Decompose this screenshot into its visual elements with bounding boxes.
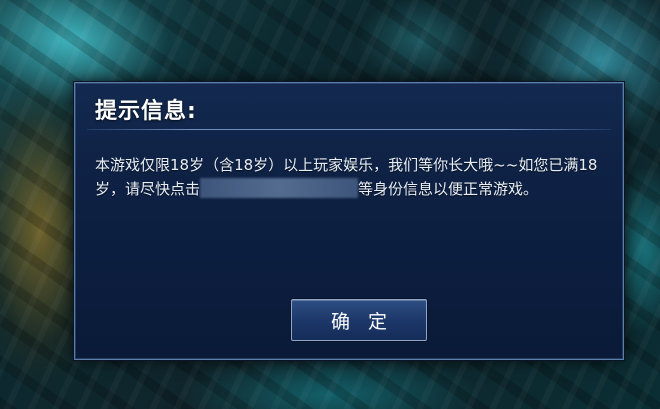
notice-dialog: 提示信息: 本游戏仅限18岁（含18岁）以上玩家娱乐，我们等你长大哦~~如您已满… [74,82,624,360]
message-text-part2: 等身份信息以便正常游戏。 [358,180,539,198]
title-divider [87,129,611,130]
redacted-text-mask [200,178,359,198]
dialog-title: 提示信息: [95,99,197,124]
confirm-button[interactable]: 确 定 [291,299,427,341]
dialog-message: 本游戏仅限18岁（含18岁）以上玩家娱乐，我们等你长大哦~~如您已满18岁，请尽… [95,153,609,201]
